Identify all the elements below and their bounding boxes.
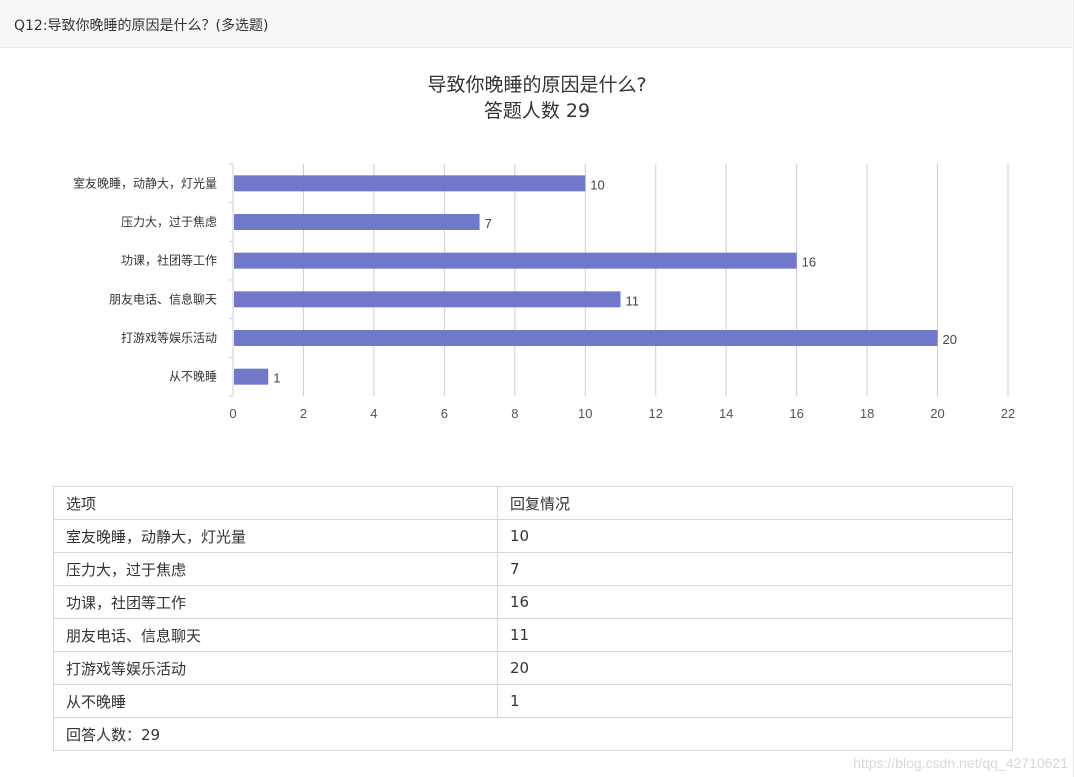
header-option: 选项 — [53, 486, 498, 520]
bar — [234, 252, 797, 269]
watermark: https://blog.csdn.net/qq_42710621 — [853, 755, 1068, 771]
x-tick-label: 4 — [370, 406, 377, 421]
x-tick-label: 0 — [229, 406, 236, 421]
table-footer-row: 回答人数：29 — [53, 717, 1013, 751]
category-label: 功课，社团等工作 — [121, 253, 217, 268]
x-tick-label: 16 — [789, 406, 803, 421]
question-title: Q12:导致你晚睡的原因是什么？(多选题) — [14, 18, 269, 34]
x-tick-label: 22 — [1001, 406, 1015, 421]
chart-title: 导致你晚睡的原因是什么? — [427, 74, 647, 96]
data-label: 11 — [626, 293, 640, 308]
table-row: 室友晚睡，动静大，灯光量 10 — [53, 519, 1013, 553]
option-cell: 朋友电话、信息聊天 — [53, 618, 498, 652]
table-row: 压力大，过于焦虑 7 — [53, 552, 1013, 586]
bar-chart: 0 2 4 6 8 10 12 14 16 18 20 22 室友晚睡，动静大，灯光量 10 压力大，过于焦… — [73, 163, 1015, 421]
result-table: 选项 回复情况 室友晚睡，动静大，灯光量 10 压力大，过于焦虑 7 功课，社团等工作 16 朋… — [53, 486, 1013, 751]
x-tick-label: 12 — [648, 406, 662, 421]
data-label: 10 — [590, 177, 604, 192]
category-label: 打游戏等娱乐活动 — [121, 331, 217, 345]
bar — [234, 214, 480, 230]
category-label: 从不晚睡 — [169, 370, 217, 384]
bar — [234, 291, 621, 308]
table-row: 打游戏等娱乐活动 20 — [53, 651, 1013, 685]
option-cell: 压力大，过于焦虑 — [53, 552, 498, 586]
table-row: 从不晚睡 1 — [53, 684, 1013, 718]
x-tick-label: 20 — [930, 406, 944, 421]
table-header-row: 选项 回复情况 — [53, 486, 1013, 520]
bar — [234, 330, 938, 346]
x-tick-label: 8 — [511, 406, 518, 421]
x-tick-label: 6 — [441, 406, 448, 421]
table-row: 朋友电话、信息聊天 11 — [53, 618, 1013, 652]
bar — [234, 175, 586, 192]
count-cell: 1 — [497, 684, 1013, 718]
option-cell: 功课，社团等工作 — [53, 585, 498, 619]
x-tick-label: 14 — [719, 406, 733, 421]
count-cell: 20 — [497, 651, 1013, 685]
data-label: 1 — [273, 371, 280, 386]
category-label: 压力大，过于焦虑 — [121, 215, 217, 229]
option-cell: 室友晚睡，动静大，灯光量 — [53, 519, 498, 553]
bar — [234, 368, 269, 385]
data-label: 20 — [943, 332, 957, 347]
x-tick-label: 10 — [578, 406, 592, 421]
count-cell: 10 — [497, 519, 1013, 553]
header-response: 回复情况 — [497, 486, 1013, 520]
count-cell: 16 — [497, 585, 1013, 619]
respondent-count: 回答人数：29 — [53, 717, 1013, 751]
option-cell: 从不晚睡 — [53, 684, 498, 718]
category-label: 室友晚睡，动静大，灯光量 — [73, 175, 217, 190]
data-label: 16 — [802, 255, 816, 270]
x-tick-label: 18 — [860, 406, 874, 421]
count-cell: 11 — [497, 618, 1013, 652]
data-label: 7 — [485, 216, 492, 231]
count-cell: 7 — [497, 552, 1013, 586]
question-header: Q12:导致你晚睡的原因是什么？(多选题) — [0, 0, 1072, 48]
chart-subtitle: 答题人数 29 — [483, 100, 591, 122]
option-cell: 打游戏等娱乐活动 — [53, 651, 498, 685]
table-row: 功课，社团等工作 16 — [53, 585, 1013, 619]
x-tick-label: 2 — [300, 406, 307, 421]
category-label: 朋友电话、信息聊天 — [109, 291, 217, 306]
